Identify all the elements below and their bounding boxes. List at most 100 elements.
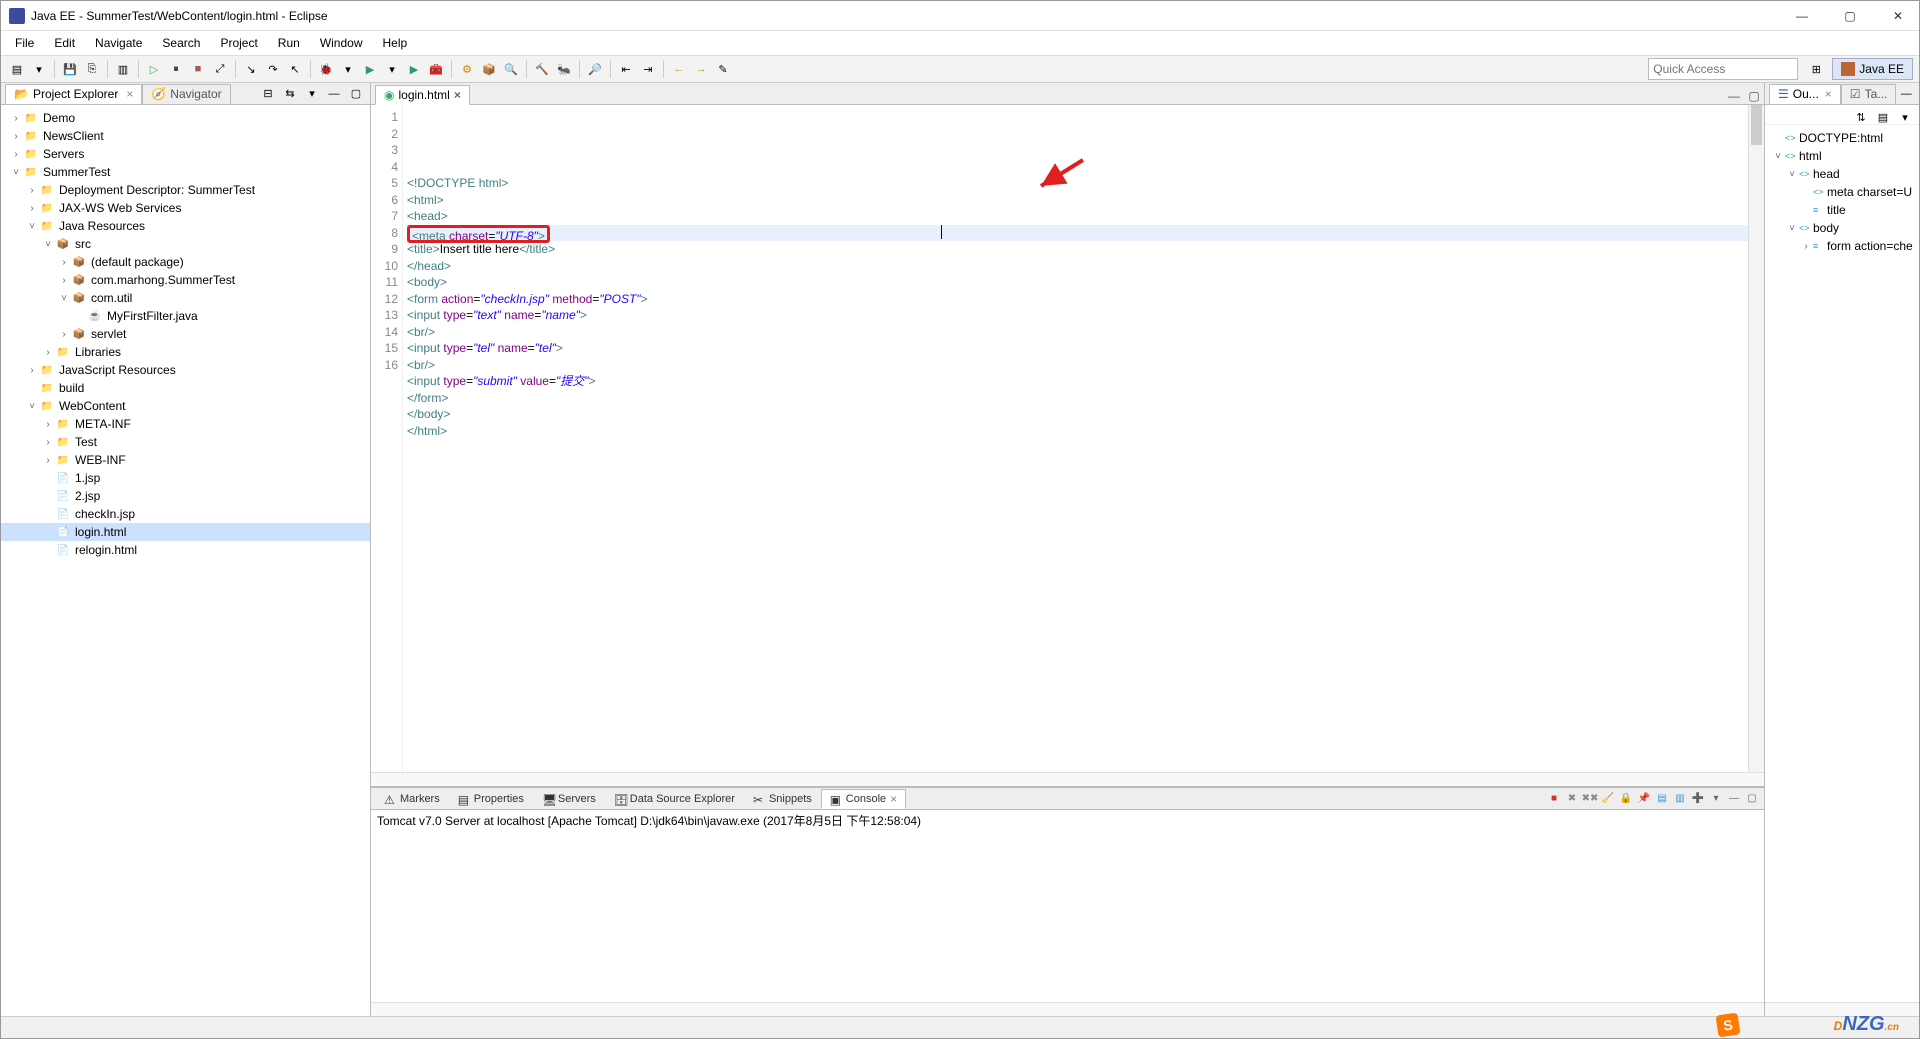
- forward-button[interactable]: →: [691, 59, 711, 79]
- console-horizontal-scrollbar[interactable]: [371, 1002, 1764, 1016]
- scroll-lock-button[interactable]: 🔒: [1618, 791, 1634, 807]
- last-edit-button[interactable]: ✎: [713, 59, 733, 79]
- project-explorer-tab[interactable]: 📂 Project Explorer ×: [5, 84, 142, 104]
- outline-tree[interactable]: <>DOCTYPE:html˅<>html˅<>head<>meta chars…: [1765, 125, 1919, 1002]
- debug-dropdown[interactable]: ▾: [338, 59, 358, 79]
- new-button[interactable]: ▤: [7, 59, 27, 79]
- build-button[interactable]: 🔨: [532, 59, 552, 79]
- outline-item[interactable]: ≡title: [1767, 201, 1917, 219]
- run-dropdown[interactable]: ▾: [382, 59, 402, 79]
- open-perspective-button[interactable]: ⊞: [1806, 59, 1826, 79]
- code-line[interactable]: </form>: [407, 390, 1748, 407]
- menu-edit[interactable]: Edit: [46, 34, 83, 52]
- outline-sort-button[interactable]: ⇅: [1851, 107, 1871, 127]
- tree-item[interactable]: ›📦com.marhong.SummerTest: [1, 271, 370, 289]
- new-console-button[interactable]: ➕: [1690, 791, 1706, 807]
- code-line[interactable]: <head>: [407, 208, 1748, 225]
- step-return-button[interactable]: ↖: [285, 59, 305, 79]
- vertical-scrollbar[interactable]: [1748, 105, 1764, 772]
- bottom-tab-data-source-explorer[interactable]: 🗄Data Source Explorer: [605, 789, 744, 809]
- menu-search[interactable]: Search: [154, 34, 208, 52]
- project-explorer-tree[interactable]: ›📁Demo›📁NewsClient›📁Servers˅📁SummerTest›…: [1, 105, 370, 1016]
- tree-item[interactable]: 📁build: [1, 379, 370, 397]
- view-menu-button[interactable]: ▾: [302, 84, 322, 104]
- tree-item[interactable]: ›📁NewsClient: [1, 127, 370, 145]
- tree-item[interactable]: ˅📁WebContent: [1, 397, 370, 415]
- code-line[interactable]: <form action="checkIn.jsp" method="POST"…: [407, 291, 1748, 308]
- tree-item[interactable]: ˅📦com.util: [1, 289, 370, 307]
- suspend-button[interactable]: ⏸: [166, 59, 186, 79]
- menu-help[interactable]: Help: [375, 34, 416, 52]
- run-last-button[interactable]: ▶: [404, 59, 424, 79]
- close-icon[interactable]: ×: [126, 87, 133, 101]
- maximize-bottom-button[interactable]: ▢: [1744, 791, 1760, 807]
- menu-window[interactable]: Window: [312, 34, 371, 52]
- tree-item[interactable]: 📄login.html: [1, 523, 370, 541]
- next-annotation-button[interactable]: ⇥: [638, 59, 658, 79]
- menu-project[interactable]: Project: [212, 34, 265, 52]
- outline-item[interactable]: ˅<>head: [1767, 165, 1917, 183]
- new-package-button[interactable]: 📦: [479, 59, 499, 79]
- run-button[interactable]: ▶: [360, 59, 380, 79]
- maximize-view-button[interactable]: ▢: [346, 84, 366, 104]
- bottom-tab-console[interactable]: ▣Console ×: [821, 789, 906, 809]
- remove-all-button[interactable]: ✖✖: [1582, 791, 1598, 807]
- console-menu-button[interactable]: ▾: [1708, 791, 1724, 807]
- disconnect-button[interactable]: ⤢: [210, 59, 230, 79]
- minimize-outline-button[interactable]: —: [1896, 84, 1916, 104]
- step-over-button[interactable]: ↷: [263, 59, 283, 79]
- outline-item[interactable]: ›≡form action=che: [1767, 237, 1917, 255]
- outline-menu-button[interactable]: ▾: [1895, 107, 1915, 127]
- code-line[interactable]: <input type="submit" value="提交">: [407, 373, 1748, 390]
- new-server-button[interactable]: ⚙: [457, 59, 477, 79]
- outline-item[interactable]: ˅<>body: [1767, 219, 1917, 237]
- remove-launch-button[interactable]: ✖: [1564, 791, 1580, 807]
- tree-item[interactable]: ›📁WEB-INF: [1, 451, 370, 469]
- code-line[interactable]: <meta charset="UTF-8">: [407, 225, 1748, 242]
- resume-button[interactable]: ▷: [144, 59, 164, 79]
- outline-item[interactable]: ˅<>html: [1767, 147, 1917, 165]
- quick-access-input[interactable]: [1648, 58, 1798, 80]
- back-button[interactable]: ←: [669, 59, 689, 79]
- outline-item[interactable]: <>DOCTYPE:html: [1767, 129, 1917, 147]
- code-editor[interactable]: 12345678910111213141516 <!DOCTYPE html><…: [371, 105, 1764, 772]
- tree-item[interactable]: ›📁JAX-WS Web Services: [1, 199, 370, 217]
- tree-item[interactable]: ›📁Libraries: [1, 343, 370, 361]
- open-type-button[interactable]: 🔍: [501, 59, 521, 79]
- tree-item[interactable]: ›📁JavaScript Resources: [1, 361, 370, 379]
- code-line[interactable]: <input type="tel" name="tel">: [407, 340, 1748, 357]
- tree-item[interactable]: ›📁Deployment Descriptor: SummerTest: [1, 181, 370, 199]
- tree-item[interactable]: 📄checkIn.jsp: [1, 505, 370, 523]
- external-tools-button[interactable]: 🧰: [426, 59, 446, 79]
- perspective-javaee[interactable]: Java EE: [1832, 58, 1913, 80]
- minimize-bottom-button[interactable]: —: [1726, 791, 1742, 807]
- bottom-tab-snippets[interactable]: ✂Snippets: [744, 789, 821, 809]
- terminate-button[interactable]: ■: [188, 59, 208, 79]
- tree-item[interactable]: ☕MyFirstFilter.java: [1, 307, 370, 325]
- code-line[interactable]: <br/>: [407, 324, 1748, 341]
- new-dropdown[interactable]: ▾: [29, 59, 49, 79]
- navigator-tab[interactable]: 🧭 Navigator: [142, 84, 230, 104]
- editor-tab-login-html[interactable]: ◉ login.html ×: [375, 85, 470, 105]
- minimize-view-button[interactable]: —: [324, 84, 344, 104]
- code-line[interactable]: <input type="text" name="name">: [407, 307, 1748, 324]
- maximize-button[interactable]: ▢: [1837, 6, 1863, 26]
- tasklist-tab[interactable]: ☑ Ta...: [1841, 84, 1896, 104]
- code-line[interactable]: <body>: [407, 274, 1748, 291]
- console-output[interactable]: [371, 831, 1764, 1002]
- search-button[interactable]: 🔎: [585, 59, 605, 79]
- terminate-console-button[interactable]: ■: [1546, 791, 1562, 807]
- outline-filter-button[interactable]: ▤: [1873, 107, 1893, 127]
- horizontal-scrollbar[interactable]: [371, 772, 1764, 786]
- menu-run[interactable]: Run: [270, 34, 308, 52]
- open-wizard-button[interactable]: ▥: [113, 59, 133, 79]
- outline-tab[interactable]: ☰ Ou... ×: [1769, 84, 1841, 104]
- tree-item[interactable]: ˅📁Java Resources: [1, 217, 370, 235]
- tree-item[interactable]: ›📦(default package): [1, 253, 370, 271]
- prev-annotation-button[interactable]: ⇤: [616, 59, 636, 79]
- minimize-editor-button[interactable]: —: [1726, 88, 1742, 104]
- menu-navigate[interactable]: Navigate: [87, 34, 150, 52]
- collapse-all-button[interactable]: ⊟: [258, 84, 278, 104]
- tree-item[interactable]: ›📁Demo: [1, 109, 370, 127]
- close-button[interactable]: ✕: [1885, 6, 1911, 26]
